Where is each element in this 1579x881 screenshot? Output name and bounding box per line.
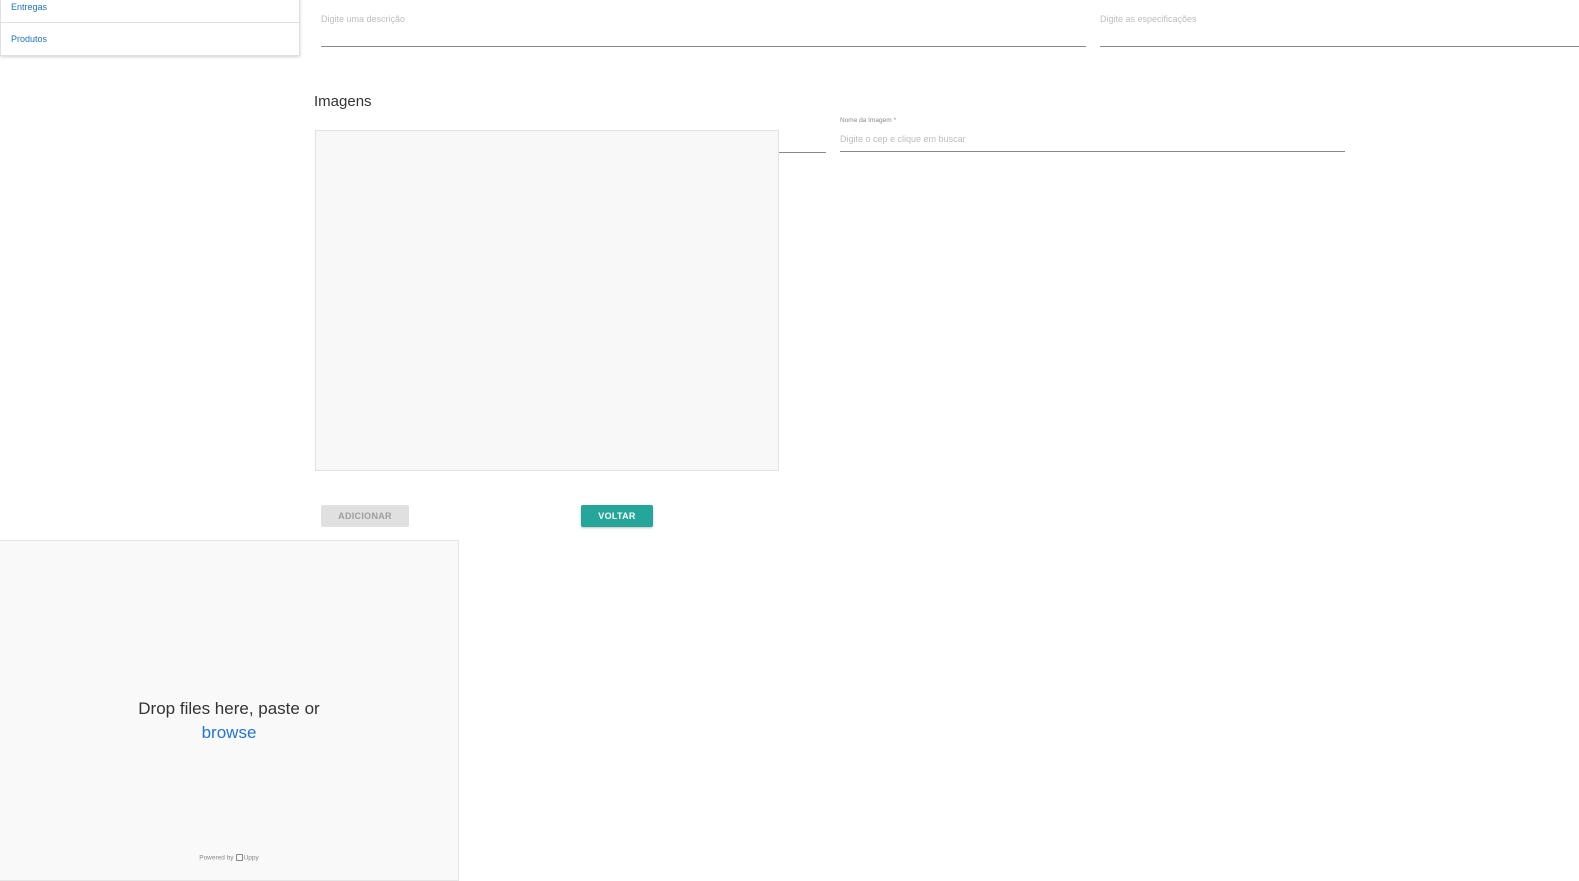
add-button[interactable]: ADICIONAR [321,505,409,527]
image-name-field-wrapper: Nome da Imagem * [840,117,1345,152]
image-name-input[interactable] [840,134,1345,152]
image-preview-area [315,130,779,471]
powered-by-text: Powered by [199,854,234,862]
dropzone-instructions: Drop files here, paste or browse [0,697,458,745]
uppy-brand-text: Uppy [243,854,259,862]
sidebar-menu: Entregas Produtos [0,0,300,56]
input-underline-stub [779,152,826,153]
image-name-label: Nome da Imagem * [840,117,896,124]
file-dropzone[interactable]: Drop files here, paste or browse Powered… [0,540,459,881]
description-input[interactable] [321,14,1086,47]
sidebar-item-entregas[interactable]: Entregas [1,0,299,23]
dropzone-text: Drop files here, paste or [138,699,320,718]
powered-by-footer: Powered by Uppy [0,854,458,862]
back-button[interactable]: VOLTAR [581,505,653,527]
sidebar-item-label: Entregas [11,2,48,12]
sidebar-item-label: Produtos [11,34,48,44]
uppy-logo-icon [235,854,243,861]
images-section-title: Imagens [314,93,372,110]
description-field-wrapper [321,9,1086,47]
sidebar-item-produtos[interactable]: Produtos [1,24,299,54]
browse-link[interactable]: browse [202,723,257,742]
specifications-field-wrapper [1100,9,1579,47]
specifications-input[interactable] [1100,14,1579,47]
